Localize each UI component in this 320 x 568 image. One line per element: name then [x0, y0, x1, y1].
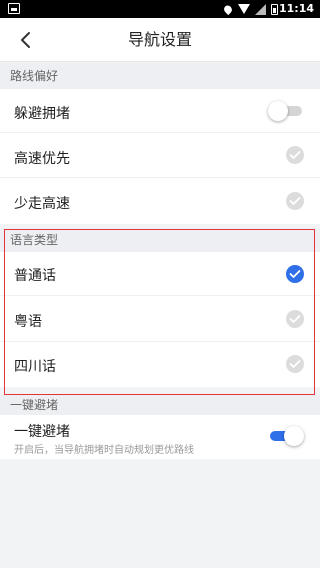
check-icon[interactable]	[286, 146, 304, 164]
battery-icon	[271, 3, 278, 15]
check-icon[interactable]	[286, 310, 304, 328]
row-less-highway[interactable]: 少走高速	[0, 178, 320, 224]
wifi-icon	[238, 4, 250, 14]
location-icon	[222, 3, 234, 15]
one-key-avoid-toggle[interactable]	[268, 426, 304, 446]
row-sublabel: 开启后，当导航拥堵时自动规划更优路线	[14, 445, 194, 456]
row-sichuanese[interactable]: 四川话	[0, 342, 320, 387]
row-cantonese[interactable]: 粤语	[0, 296, 320, 342]
row-label: 躲避拥堵	[14, 106, 70, 122]
check-icon[interactable]	[286, 265, 304, 283]
signal-icon	[255, 3, 266, 15]
row-one-key-avoid[interactable]: 一键避堵 开启后，当导航拥堵时自动规划更优路线	[0, 415, 320, 459]
section-header-language: 语言类型	[0, 229, 320, 252]
avoid-congestion-toggle[interactable]	[268, 101, 304, 121]
notification-icon	[8, 3, 20, 14]
section-header-one-key: 一键避堵	[0, 395, 320, 415]
status-time: 11:14	[278, 2, 314, 15]
row-label: 一键避堵	[14, 424, 70, 440]
row-label: 高速优先	[14, 151, 70, 167]
status-bar: 11:14	[0, 0, 320, 18]
nav-bar: 导航设置	[0, 18, 320, 62]
row-mandarin[interactable]: 普通话	[0, 252, 320, 296]
row-label: 少走高速	[14, 196, 70, 212]
section-header-route: 路线偏好	[0, 63, 320, 89]
row-highway-first[interactable]: 高速优先	[0, 133, 320, 178]
check-icon[interactable]	[286, 355, 304, 373]
toggle-knob	[268, 101, 288, 121]
row-avoid-congestion[interactable]: 躲避拥堵	[0, 89, 320, 133]
row-label: 四川话	[14, 359, 56, 375]
page-title: 导航设置	[127, 30, 192, 49]
check-icon[interactable]	[286, 192, 304, 210]
row-label: 粤语	[14, 314, 42, 330]
row-label: 普通话	[14, 268, 56, 284]
toggle-knob	[284, 426, 304, 446]
